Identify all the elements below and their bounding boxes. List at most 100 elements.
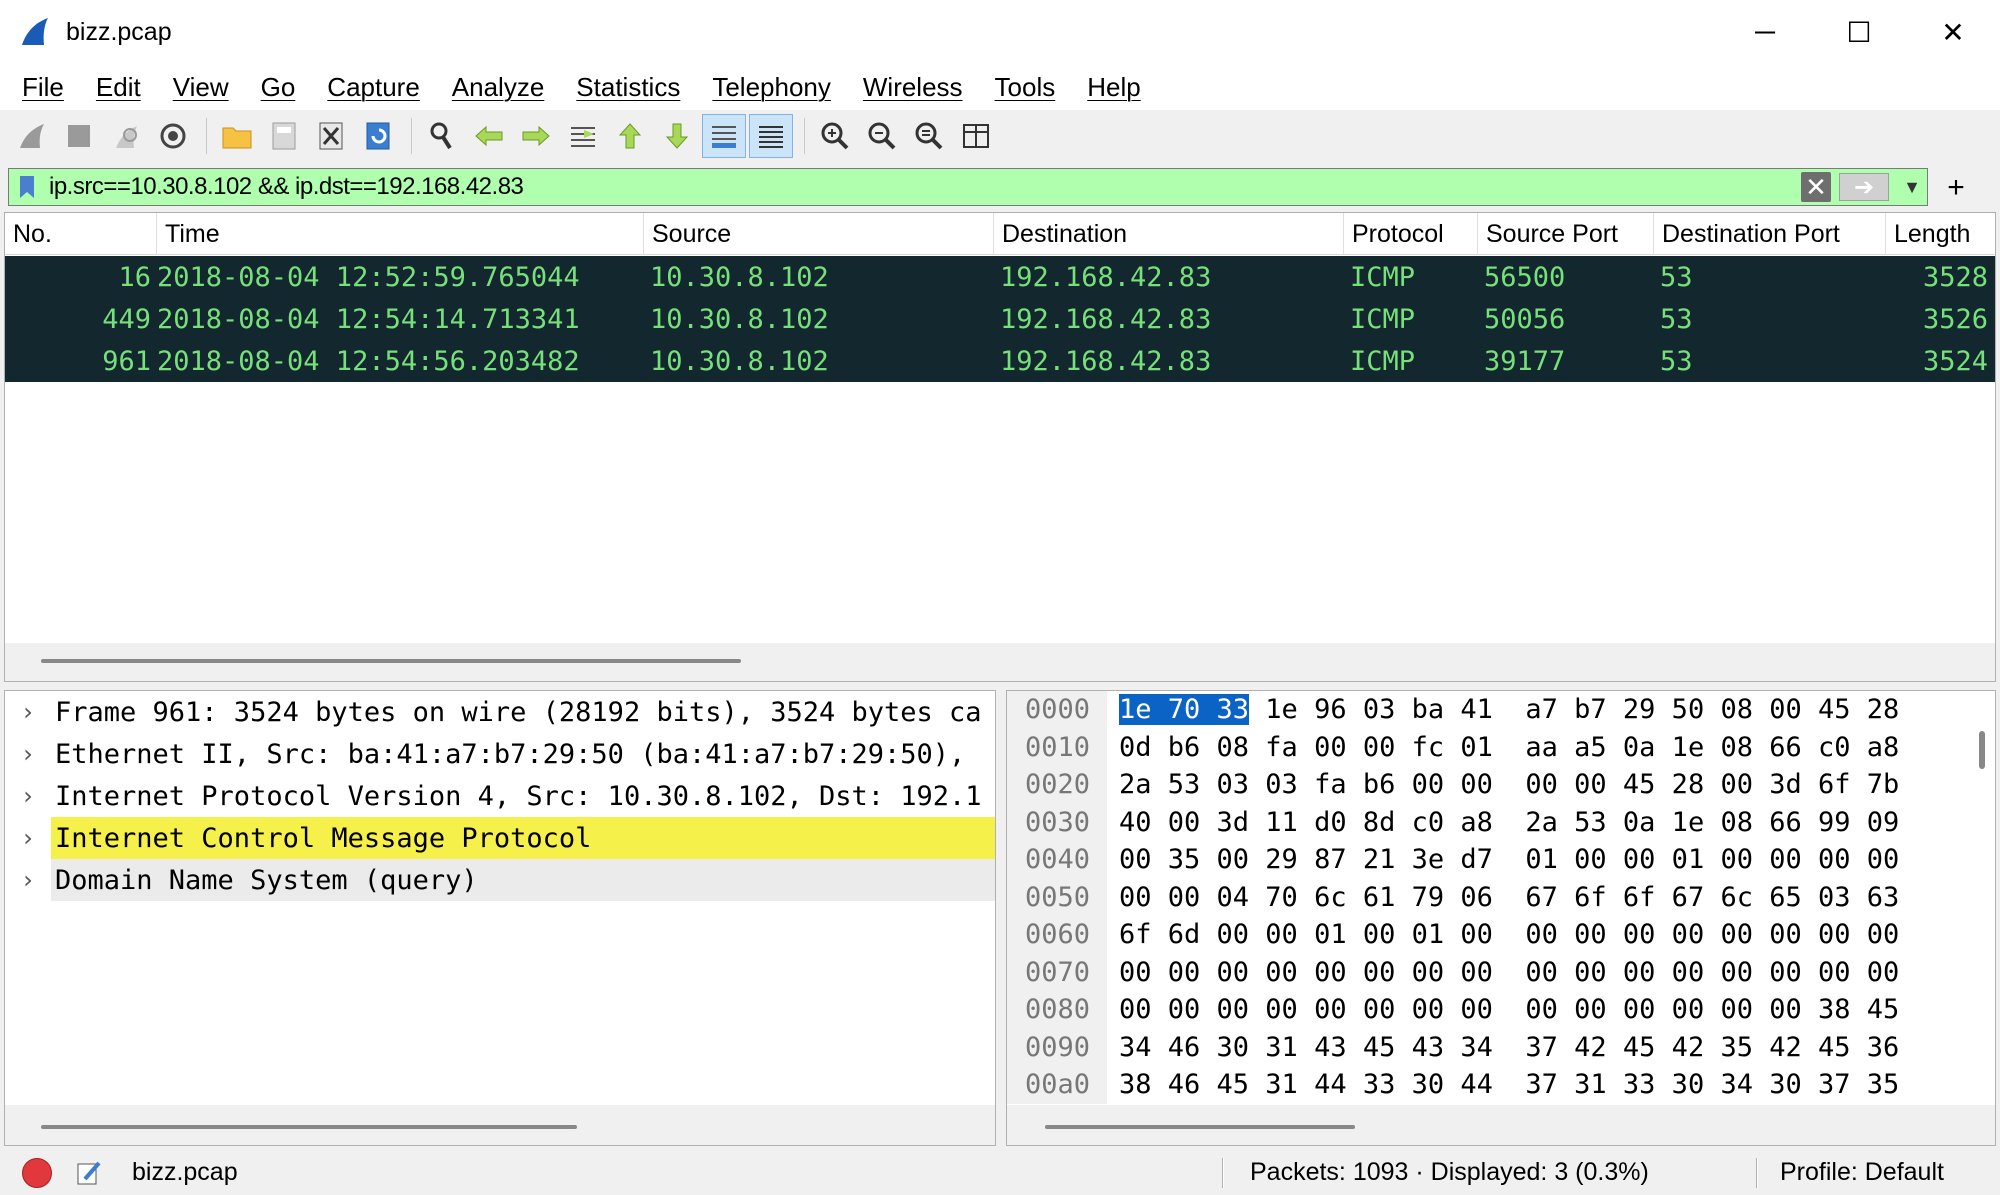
- hex-row[interactable]: 0030 40 00 3d 11 d0 8d c0 a8 2a 53 0a 1e…: [1007, 803, 1995, 841]
- menu-go[interactable]: Go: [245, 72, 312, 103]
- hex-row[interactable]: 0000 1e 70 33 1e 96 03 ba 41 a7 b7 29 50…: [1007, 691, 1995, 729]
- status-separator: [1756, 1157, 1758, 1188]
- capture-options-icon[interactable]: [151, 114, 195, 158]
- clear-filter-icon[interactable]: ✕: [1801, 172, 1831, 202]
- hex-row[interactable]: 0080 00 00 00 00 00 00 00 00 00 00 00 00…: [1007, 991, 1995, 1029]
- column-header-time[interactable]: Time: [157, 213, 644, 255]
- tree-item-icmp[interactable]: › Internet Control Message Protocol: [5, 817, 995, 859]
- tree-item-frame[interactable]: › Frame 961: 3524 bytes on wire (28192 b…: [5, 691, 995, 733]
- minimize-button[interactable]: ─: [1718, 0, 1812, 64]
- packet-protocol: ICMP: [1350, 345, 1416, 377]
- apply-filter-icon[interactable]: ➔: [1839, 173, 1889, 201]
- hex-row[interactable]: 0040 00 35 00 29 87 21 3e d7 01 00 00 01…: [1007, 841, 1995, 879]
- tree-item-label: Frame 961: 3524 bytes on wire (28192 bit…: [55, 696, 982, 728]
- resize-columns-icon[interactable]: [954, 114, 998, 158]
- capture-comment-icon[interactable]: [74, 1158, 104, 1188]
- open-file-icon[interactable]: [215, 114, 259, 158]
- column-header-destination[interactable]: Destination: [994, 213, 1344, 255]
- hex-row[interactable]: 0090 34 46 30 31 43 45 43 34 37 42 45 42…: [1007, 1028, 1995, 1066]
- packet-time: 2018-08-04 12:54:56.203482: [157, 345, 580, 377]
- column-header-length[interactable]: Length: [1886, 213, 1994, 255]
- tree-item-ipv4[interactable]: › Internet Protocol Version 4, Src: 10.3…: [5, 775, 995, 817]
- hex-bytes: 00 00 00 00 00 00 00 00 00 00 00 00 00 0…: [1119, 994, 1900, 1026]
- go-to-packet-icon[interactable]: [561, 114, 605, 158]
- hex-row[interactable]: 0060 6f 6d 00 00 01 00 01 00 00 00 00 00…: [1007, 916, 1995, 954]
- menu-tools[interactable]: Tools: [979, 72, 1072, 103]
- packet-time: 2018-08-04 12:54:14.713341: [157, 303, 580, 335]
- hex-offset: 0070: [1007, 953, 1107, 991]
- menu-file[interactable]: File: [6, 72, 80, 103]
- colorize-icon[interactable]: [749, 114, 793, 158]
- hex-row[interactable]: 0020 2a 53 03 03 fa b6 00 00 00 00 45 28…: [1007, 766, 1995, 804]
- shark-fin-start-icon[interactable]: [10, 114, 54, 158]
- vertical-scrollbar[interactable]: [1979, 731, 1985, 769]
- packet-row[interactable]: 961 2018-08-04 12:54:56.203482 10.30.8.1…: [5, 340, 1995, 382]
- hex-offset: 0050: [1007, 878, 1107, 916]
- column-header-protocol[interactable]: Protocol: [1344, 213, 1478, 255]
- display-filter-input[interactable]: ip.src==10.30.8.102 && ip.dst==192.168.4…: [45, 173, 1801, 201]
- packet-row[interactable]: 449 2018-08-04 12:54:14.713341 10.30.8.1…: [5, 298, 1995, 340]
- column-header-no[interactable]: No.: [5, 213, 157, 255]
- expert-info-icon[interactable]: [22, 1157, 52, 1188]
- chevron-right-icon[interactable]: ›: [5, 866, 51, 894]
- tree-item-dns[interactable]: › Domain Name System (query): [5, 859, 995, 901]
- main-toolbar: [0, 110, 2000, 162]
- zoom-in-icon[interactable]: [813, 114, 857, 158]
- auto-scroll-icon[interactable]: [702, 114, 746, 158]
- menu-help[interactable]: Help: [1071, 72, 1156, 103]
- horizontal-scrollbar[interactable]: [41, 1125, 577, 1129]
- find-packet-icon[interactable]: [420, 114, 464, 158]
- tree-item-ethernet[interactable]: › Ethernet II, Src: ba:41:a7:b7:29:50 (b…: [5, 733, 995, 775]
- hex-bytes-rest: 1e 96 03 ba 41 a7 b7 29 50 08 00 45 28: [1249, 694, 1900, 726]
- last-packet-icon[interactable]: [655, 114, 699, 158]
- bookmark-icon[interactable]: [9, 169, 45, 205]
- column-header-source[interactable]: Source: [644, 213, 994, 255]
- column-header-source-port[interactable]: Source Port: [1478, 213, 1654, 255]
- go-forward-icon[interactable]: [514, 114, 558, 158]
- column-header-destination-port[interactable]: Destination Port: [1654, 213, 1886, 255]
- hex-bytes: 34 46 30 31 43 45 43 34 37 42 45 42 35 4…: [1119, 1031, 1900, 1063]
- hex-row[interactable]: 0010 0d b6 08 fa 00 00 fc 01 aa a5 0a 1e…: [1007, 728, 1995, 766]
- chevron-right-icon[interactable]: ›: [5, 740, 51, 768]
- packet-bytes-pane: 0000 1e 70 33 1e 96 03 ba 41 a7 b7 29 50…: [1006, 690, 1996, 1146]
- save-file-icon[interactable]: [262, 114, 306, 158]
- stop-capture-icon[interactable]: [57, 114, 101, 158]
- status-profile[interactable]: Profile: Default: [1780, 1158, 1944, 1187]
- hex-row[interactable]: 00a0 38 46 45 31 44 33 30 44 37 31 33 30…: [1007, 1066, 1995, 1104]
- hex-bytes: 1e 70 33 1e 96 03 ba 41 a7 b7 29 50 08 0…: [1107, 694, 1900, 726]
- close-file-icon[interactable]: [309, 114, 353, 158]
- add-filter-button[interactable]: +: [1938, 170, 1974, 206]
- wireshark-app-icon: [22, 18, 48, 45]
- menu-telephony[interactable]: Telephony: [696, 72, 847, 103]
- restart-capture-icon[interactable]: [104, 114, 148, 158]
- horizontal-scrollbar[interactable]: [1045, 1125, 1355, 1129]
- maximize-button[interactable]: ☐: [1812, 0, 1906, 64]
- packet-no: 961: [102, 345, 151, 377]
- menu-edit[interactable]: Edit: [80, 72, 157, 103]
- menu-view[interactable]: View: [157, 72, 245, 103]
- chevron-right-icon[interactable]: ›: [5, 698, 51, 726]
- first-packet-icon[interactable]: [608, 114, 652, 158]
- chevron-right-icon[interactable]: ›: [5, 782, 51, 810]
- menu-analyze[interactable]: Analyze: [436, 72, 561, 103]
- menu-statistics[interactable]: Statistics: [560, 72, 696, 103]
- menu-wireless[interactable]: Wireless: [847, 72, 979, 103]
- hex-row[interactable]: 0070 00 00 00 00 00 00 00 00 00 00 00 00…: [1007, 953, 1995, 991]
- packet-destination-port: 53: [1660, 303, 1693, 335]
- normal-size-icon[interactable]: [907, 114, 951, 158]
- go-back-icon[interactable]: [467, 114, 511, 158]
- zoom-out-icon[interactable]: [860, 114, 904, 158]
- menu-capture[interactable]: Capture: [311, 72, 436, 103]
- chevron-right-icon[interactable]: ›: [5, 824, 51, 852]
- hex-offset: 0080: [1007, 991, 1107, 1029]
- close-button[interactable]: ✕: [1906, 0, 2000, 64]
- chevron-down-icon[interactable]: ▼: [1897, 172, 1927, 202]
- hex-offset: 0020: [1007, 766, 1107, 804]
- menu-bar: File Edit View Go Capture Analyze Statis…: [0, 64, 2000, 110]
- reload-file-icon[interactable]: [356, 114, 400, 158]
- hex-row[interactable]: 0050 00 00 04 70 6c 61 79 06 67 6f 6f 67…: [1007, 878, 1995, 916]
- packet-row[interactable]: 16 2018-08-04 12:52:59.765044 10.30.8.10…: [5, 256, 1995, 298]
- hex-offset: 00a0: [1007, 1066, 1107, 1104]
- horizontal-scrollbar[interactable]: [41, 659, 741, 663]
- packet-destination: 192.168.42.83: [1000, 303, 1212, 335]
